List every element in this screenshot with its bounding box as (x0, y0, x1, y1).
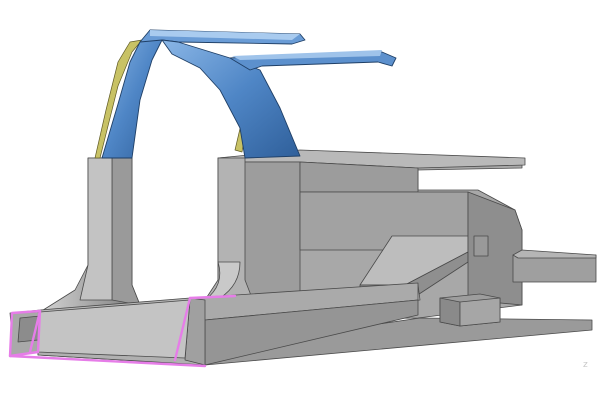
rear-pillar-base[interactable] (204, 157, 253, 301)
cad-viewport[interactable]: z (0, 0, 600, 400)
rear-rail-arm[interactable] (512, 249, 597, 283)
cad-model-render[interactable] (0, 0, 600, 400)
front-pillar-base[interactable] (39, 157, 141, 313)
axis-label: z (583, 360, 588, 370)
roof-pillar-arch[interactable] (101, 29, 397, 159)
